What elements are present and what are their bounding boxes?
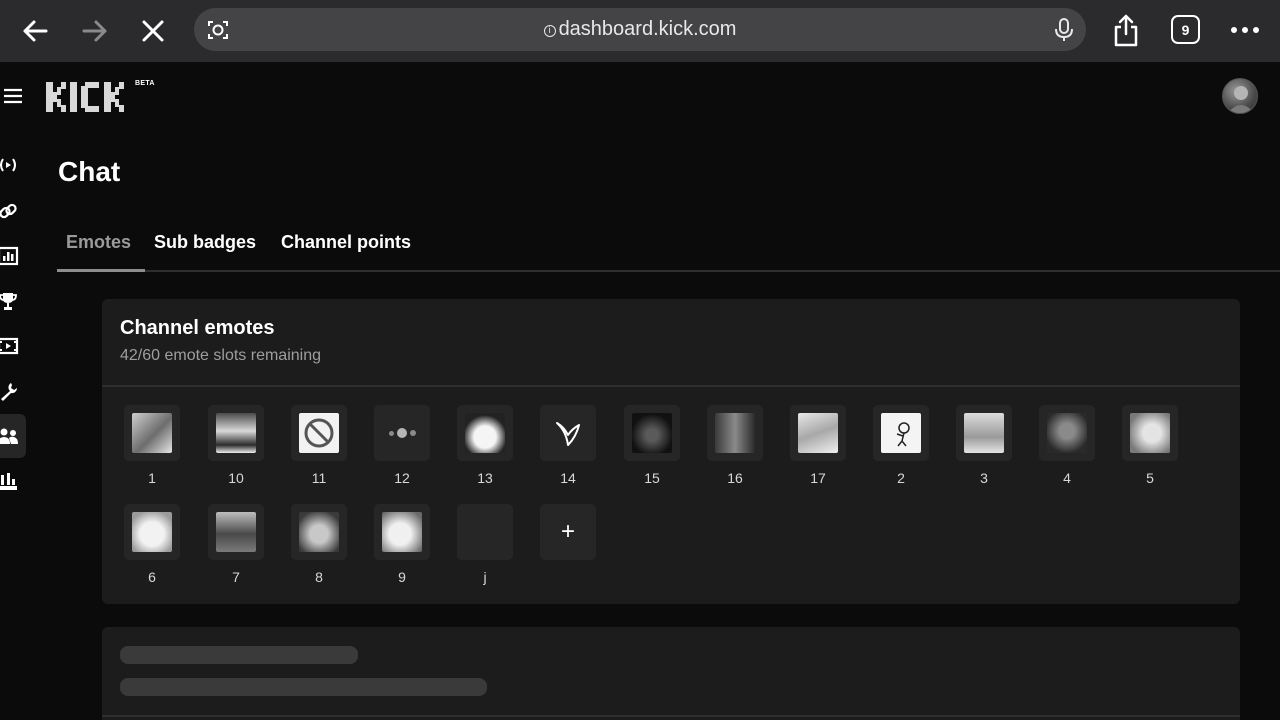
card-title: Channel emotes bbox=[120, 317, 275, 339]
emote-name: 9 bbox=[398, 569, 406, 585]
community-users-icon[interactable] bbox=[0, 424, 20, 448]
browser-toolbar: i dashboard.kick.com 9 bbox=[0, 0, 1280, 62]
emote-thumbnail[interactable] bbox=[374, 504, 430, 560]
stop-loading-icon[interactable] bbox=[136, 14, 170, 48]
card-divider bbox=[102, 715, 1240, 717]
site-info-icon[interactable]: i bbox=[543, 25, 556, 37]
hamburger-menu-icon[interactable] bbox=[3, 88, 23, 104]
card-divider bbox=[102, 385, 1240, 387]
emote-item[interactable]: 12 bbox=[374, 405, 430, 486]
emote-item[interactable]: 7 bbox=[208, 504, 264, 585]
video-clip-icon[interactable] bbox=[0, 334, 20, 358]
channel-emotes-card: Channel emotes 42/60 emote slots remaini… bbox=[102, 299, 1240, 604]
emote-item[interactable]: 15 bbox=[624, 405, 680, 486]
emote-item[interactable]: 13 bbox=[457, 405, 513, 486]
dashboard-tools-icon[interactable] bbox=[0, 469, 20, 493]
emote-item[interactable]: 2 bbox=[873, 405, 929, 486]
emote-item[interactable]: 4 bbox=[1039, 405, 1095, 486]
trophy-icon[interactable] bbox=[0, 289, 20, 313]
emote-thumbnail[interactable] bbox=[457, 405, 513, 461]
analytics-chart-icon[interactable] bbox=[0, 244, 20, 268]
share-icon[interactable] bbox=[1110, 12, 1142, 48]
emote-item[interactable]: 1 bbox=[124, 405, 180, 486]
emote-name: 7 bbox=[232, 569, 240, 585]
more-menu-icon[interactable] bbox=[1226, 16, 1264, 44]
active-tab-indicator bbox=[57, 269, 145, 272]
emote-thumbnail[interactable] bbox=[873, 405, 929, 461]
emote-name: 6 bbox=[148, 569, 156, 585]
tab-count-button[interactable]: 9 bbox=[1171, 15, 1200, 44]
emote-thumbnail[interactable] bbox=[624, 405, 680, 461]
emote-thumbnail[interactable] bbox=[790, 405, 846, 461]
emote-item[interactable]: 5 bbox=[1122, 405, 1178, 486]
emote-slots-remaining: 42/60 emote slots remaining bbox=[120, 347, 321, 364]
tab-emotes[interactable]: Emotes bbox=[66, 232, 131, 253]
emote-item[interactable]: 10 bbox=[208, 405, 264, 486]
emote-item[interactable]: 9 bbox=[374, 504, 430, 585]
back-arrow-icon[interactable] bbox=[18, 14, 52, 48]
emote-item[interactable]: j bbox=[457, 504, 513, 585]
emote-name: 11 bbox=[311, 470, 327, 486]
user-avatar[interactable] bbox=[1222, 78, 1258, 114]
stream-live-icon[interactable] bbox=[0, 153, 20, 177]
emote-thumbnail[interactable] bbox=[208, 405, 264, 461]
emote-thumbnail[interactable] bbox=[956, 405, 1012, 461]
emote-name: 17 bbox=[810, 470, 826, 486]
emote-item[interactable]: 14 bbox=[540, 405, 596, 486]
tab-sub-badges[interactable]: Sub badges bbox=[154, 232, 256, 253]
emote-name: 10 bbox=[228, 470, 244, 486]
beta-badge: BETA bbox=[135, 80, 155, 87]
emote-thumbnail[interactable] bbox=[208, 504, 264, 560]
microphone-icon[interactable] bbox=[1052, 17, 1076, 43]
page-title: Chat bbox=[58, 156, 121, 187]
emote-thumbnail[interactable] bbox=[124, 504, 180, 560]
emote-name: 2 bbox=[897, 470, 905, 486]
emote-name: 16 bbox=[727, 470, 743, 486]
emote-item[interactable]: 6 bbox=[124, 504, 180, 585]
emote-thumbnail[interactable] bbox=[1039, 405, 1095, 461]
emote-name: 13 bbox=[477, 470, 493, 486]
emote-thumbnail[interactable] bbox=[124, 405, 180, 461]
address-bar[interactable]: i dashboard.kick.com bbox=[194, 8, 1086, 51]
emote-name: 8 bbox=[315, 569, 323, 585]
plus-icon[interactable]: + bbox=[540, 504, 596, 560]
emote-name: 12 bbox=[394, 470, 410, 486]
wrench-icon[interactable] bbox=[0, 379, 20, 403]
chat-tabs: Emotes Sub badges Channel points bbox=[57, 222, 1280, 272]
tab-channel-points[interactable]: Channel points bbox=[281, 232, 411, 253]
skeleton-subtitle bbox=[120, 678, 487, 696]
emote-item[interactable]: 3 bbox=[956, 405, 1012, 486]
emote-item[interactable]: 8 bbox=[291, 504, 347, 585]
kick-logo[interactable] bbox=[46, 82, 136, 112]
emote-thumbnail[interactable] bbox=[457, 504, 513, 560]
emote-name: 5 bbox=[1146, 470, 1154, 486]
emote-thumbnail[interactable] bbox=[374, 405, 430, 461]
url-label: dashboard.kick.com bbox=[558, 18, 737, 40]
emote-name: 15 bbox=[644, 470, 660, 486]
loading-skeleton-card bbox=[102, 627, 1240, 720]
forward-arrow-icon[interactable] bbox=[78, 14, 112, 48]
emote-thumbnail[interactable] bbox=[291, 405, 347, 461]
emote-name: 4 bbox=[1063, 470, 1071, 486]
emote-name: 1 bbox=[148, 470, 156, 486]
skeleton-title bbox=[120, 646, 358, 664]
emote-name: j bbox=[483, 569, 487, 585]
emote-name: 3 bbox=[980, 470, 988, 486]
emote-thumbnail[interactable] bbox=[540, 405, 596, 461]
link-icon[interactable] bbox=[0, 199, 20, 223]
emote-item[interactable]: 17 bbox=[790, 405, 846, 486]
emote-thumbnail[interactable] bbox=[291, 504, 347, 560]
emote-item[interactable]: 11 bbox=[291, 405, 347, 486]
url-text: i dashboard.kick.com bbox=[194, 18, 1086, 41]
emote-thumbnail[interactable] bbox=[1122, 405, 1178, 461]
add-emote-button[interactable]: + bbox=[540, 504, 596, 560]
emote-item[interactable]: 16 bbox=[707, 405, 763, 486]
emote-thumbnail[interactable] bbox=[707, 405, 763, 461]
emote-name: 14 bbox=[560, 470, 576, 486]
